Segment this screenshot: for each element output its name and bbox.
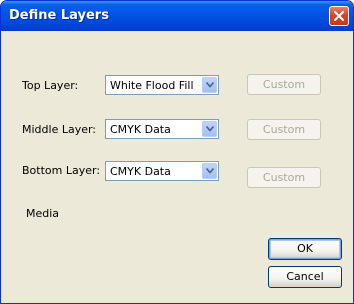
middle-layer-dropdown-button[interactable] bbox=[202, 121, 217, 137]
middle-layer-value: CMYK Data bbox=[110, 123, 171, 136]
top-layer-value: White Flood Fill bbox=[110, 79, 194, 92]
close-button[interactable] bbox=[329, 6, 349, 26]
middle-layer-select[interactable]: CMYK Data bbox=[105, 119, 219, 139]
top-layer-select[interactable]: White Flood Fill bbox=[105, 75, 219, 95]
define-layers-dialog: Define Layers Top Layer: White Flood Fil… bbox=[0, 0, 354, 304]
bottom-layer-select[interactable]: CMYK Data bbox=[105, 161, 219, 181]
chevron-down-icon bbox=[206, 126, 214, 132]
bottom-layer-label: Bottom Layer: bbox=[22, 164, 101, 177]
chevron-down-icon bbox=[206, 168, 214, 174]
top-layer-label: Top Layer: bbox=[22, 79, 79, 92]
bottom-layer-dropdown-button[interactable] bbox=[202, 163, 217, 179]
dialog-body: Top Layer: White Flood Fill Custom Middl… bbox=[4, 31, 350, 300]
cancel-button[interactable]: Cancel bbox=[268, 266, 342, 288]
media-label: Media bbox=[26, 207, 60, 220]
bottom-layer-value: CMYK Data bbox=[110, 165, 171, 178]
middle-layer-custom-button[interactable]: Custom bbox=[247, 119, 321, 140]
bottom-layer-custom-button[interactable]: Custom bbox=[247, 167, 321, 188]
chevron-down-icon bbox=[206, 82, 214, 88]
middle-layer-label: Middle Layer: bbox=[22, 123, 97, 136]
top-layer-custom-button[interactable]: Custom bbox=[247, 74, 321, 95]
title-bar[interactable]: Define Layers bbox=[1, 1, 353, 31]
close-icon bbox=[334, 11, 344, 21]
ok-button[interactable]: OK bbox=[268, 238, 342, 260]
top-layer-dropdown-button[interactable] bbox=[202, 77, 217, 93]
dialog-title: Define Layers bbox=[9, 8, 109, 23]
